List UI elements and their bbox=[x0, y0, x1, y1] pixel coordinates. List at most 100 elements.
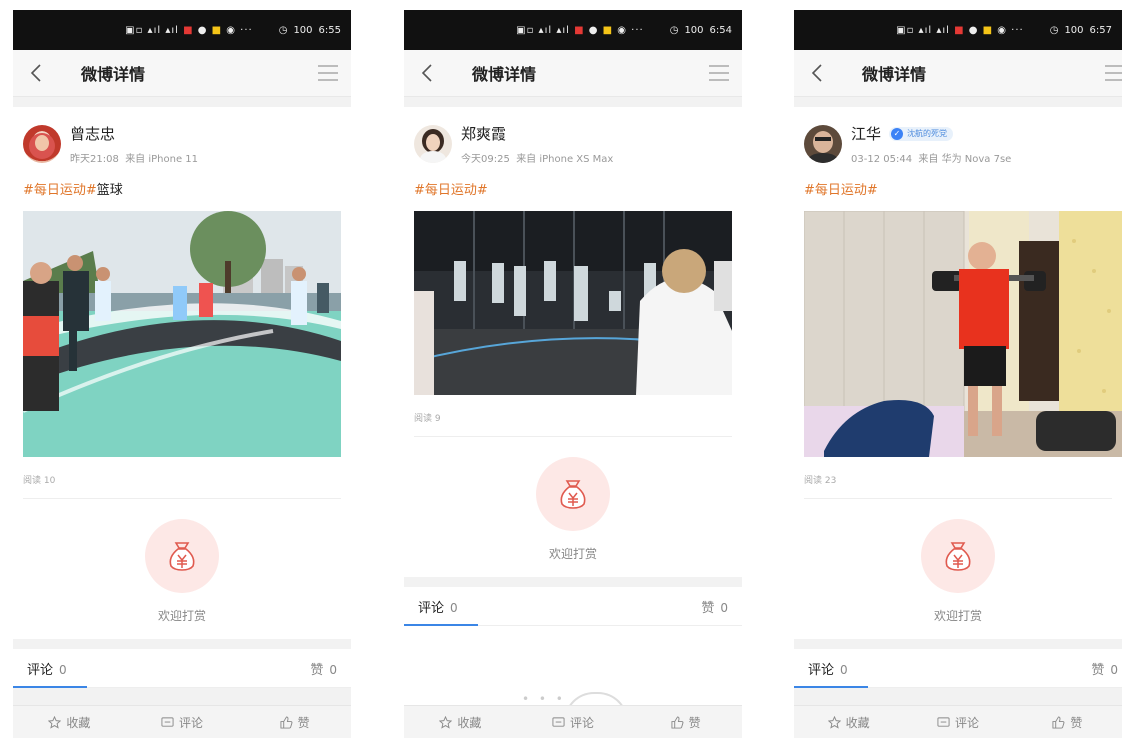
likes-count: 0 bbox=[720, 601, 728, 615]
phone-screen-3: ▣▫ ▴ıl ▴ıl ■ ● ■ ◉ ··· ◷ 100 6:57 微博详情 江… bbox=[794, 10, 1122, 738]
post-card: 郑爽霞 今天09:25 来自 iPhone XS Max #每日运动# 阅读 9… bbox=[404, 107, 742, 577]
favorite-label: 收藏 bbox=[845, 715, 870, 730]
post-source: 来自 iPhone 11 bbox=[125, 154, 199, 165]
likes-count: 0 bbox=[329, 663, 337, 677]
menu-button[interactable] bbox=[708, 50, 730, 96]
favorite-button[interactable]: 收藏 bbox=[794, 714, 903, 731]
post-author: 曾志忠 昨天21:08 来自 iPhone 11 bbox=[23, 107, 341, 169]
comment-button[interactable]: 评论 bbox=[903, 714, 1012, 731]
post-text: #每日运动#篮球 bbox=[23, 179, 341, 198]
battery-level: 100 bbox=[684, 24, 704, 36]
author-name[interactable]: 曾志忠 bbox=[70, 123, 198, 144]
comment-icon bbox=[937, 716, 950, 727]
back-button[interactable] bbox=[806, 50, 828, 96]
badge-label: 沈航的死党 bbox=[907, 129, 948, 138]
author-name-text: 郑爽霞 bbox=[461, 125, 507, 143]
basketball-court-image bbox=[23, 211, 341, 457]
post-text: #每日运动# bbox=[804, 179, 1112, 198]
comments-count: 0 bbox=[59, 663, 67, 677]
verified-icon: ✓ bbox=[891, 127, 904, 140]
back-button[interactable] bbox=[416, 50, 438, 96]
author-name[interactable]: 江华 ✓ 沈航的死党 bbox=[851, 123, 1011, 144]
chevron-left-icon bbox=[30, 64, 41, 82]
avatar[interactable] bbox=[804, 125, 842, 163]
status-bar: ▣▫ ▴ıl ▴ıl ■ ● ■ ◉ ··· ◷ 100 6:55 bbox=[13, 10, 351, 50]
post-photo-dance-studio[interactable] bbox=[414, 211, 732, 395]
tab-comments[interactable]: 评论 0 bbox=[27, 659, 67, 678]
topic-tag[interactable]: #每日运动# bbox=[804, 183, 878, 198]
dance-studio-image bbox=[414, 211, 732, 395]
tab-likes[interactable]: 赞0 bbox=[1091, 659, 1118, 678]
hamburger-menu-icon bbox=[709, 65, 729, 81]
comment-button[interactable]: 评论 bbox=[126, 714, 239, 731]
favorite-button[interactable]: 收藏 bbox=[13, 714, 126, 731]
status-icons: ▣▫ ▴ıl ▴ıl ■ ● ■ ◉ ··· bbox=[896, 24, 1024, 36]
avatar[interactable] bbox=[414, 125, 452, 163]
post-source: 来自 iPhone XS Max bbox=[516, 154, 614, 165]
post-body: 篮球 bbox=[96, 183, 123, 198]
active-tab-indicator bbox=[794, 686, 868, 688]
like-button[interactable]: 赞 bbox=[238, 714, 351, 731]
post-time: 03-12 05:44 bbox=[851, 154, 913, 165]
topic-tag[interactable]: #每日运动# bbox=[414, 183, 488, 198]
relationship-badge: ✓ 沈航的死党 bbox=[889, 126, 954, 141]
avatar[interactable] bbox=[23, 125, 61, 163]
status-icons: ▣▫ ▴ıl ▴ıl ■ ● ■ ◉ ··· bbox=[125, 24, 253, 36]
alarm-icon: ◷ bbox=[278, 24, 288, 36]
likes-count: 0 bbox=[1110, 663, 1118, 677]
comment-button[interactable]: 评论 bbox=[517, 714, 630, 731]
back-button[interactable] bbox=[25, 50, 47, 96]
page-title: 微博详情 bbox=[81, 65, 146, 84]
tab-likes-label: 赞 bbox=[701, 601, 715, 616]
post-meta: 昨天21:08 来自 iPhone 11 bbox=[70, 150, 198, 165]
post-meta: 今天09:25 来自 iPhone XS Max bbox=[461, 150, 613, 165]
tab-comments[interactable]: 评论 0 bbox=[418, 597, 458, 616]
post-photo-home-workout[interactable] bbox=[804, 211, 1122, 457]
reward-section: 欢迎打赏 bbox=[23, 499, 341, 639]
alarm-icon: ◷ bbox=[1049, 24, 1059, 36]
tab-comments-label: 评论 bbox=[808, 663, 835, 678]
favorite-button[interactable]: 收藏 bbox=[404, 714, 517, 731]
post-time: 昨天21:08 bbox=[70, 154, 119, 165]
comment-icon bbox=[552, 716, 565, 727]
reward-button[interactable] bbox=[921, 519, 995, 593]
favorite-label: 收藏 bbox=[457, 715, 482, 730]
like-button[interactable]: 赞 bbox=[629, 714, 742, 731]
reward-label: 欢迎打赏 bbox=[157, 609, 206, 623]
comments-count: 0 bbox=[840, 663, 848, 677]
tab-comments-label: 评论 bbox=[27, 663, 54, 678]
comments-tabs: 评论 0 赞0 bbox=[13, 649, 351, 688]
reward-section: 欢迎打赏 bbox=[414, 437, 732, 577]
page-title: 微博详情 bbox=[862, 65, 927, 84]
tab-comments[interactable]: 评论 0 bbox=[808, 659, 848, 678]
post-author: 郑爽霞 今天09:25 来自 iPhone XS Max bbox=[414, 107, 732, 169]
comments-tabs: 评论 0 赞0 bbox=[794, 649, 1122, 688]
post-photo-basketball[interactable] bbox=[23, 211, 341, 457]
reward-button[interactable] bbox=[536, 457, 610, 531]
star-icon bbox=[439, 715, 453, 729]
bottom-action-bar: 收藏 评论 赞 bbox=[13, 705, 351, 738]
hamburger-menu-icon bbox=[1105, 65, 1122, 81]
tab-likes[interactable]: 赞0 bbox=[310, 659, 337, 678]
money-bag-icon bbox=[945, 542, 971, 571]
tab-likes[interactable]: 赞0 bbox=[701, 597, 728, 616]
like-button[interactable]: 赞 bbox=[1013, 714, 1122, 731]
comment-label: 评论 bbox=[570, 715, 595, 730]
loading-dots: • • • bbox=[522, 692, 566, 706]
bottom-action-bar: 收藏 评论 赞 bbox=[794, 705, 1122, 738]
status-time: 6:54 bbox=[709, 24, 732, 36]
status-icons: ▣▫ ▴ıl ▴ıl ■ ● ■ ◉ ··· bbox=[516, 24, 644, 36]
post-card: 曾志忠 昨天21:08 来自 iPhone 11 #每日运动#篮球 阅读 10 … bbox=[13, 107, 351, 639]
menu-button[interactable] bbox=[317, 50, 339, 96]
reward-label: 欢迎打赏 bbox=[548, 547, 597, 561]
read-count: 阅读 10 bbox=[23, 457, 341, 499]
thumbs-up-icon bbox=[280, 715, 293, 729]
menu-button[interactable] bbox=[1104, 50, 1122, 96]
comment-label: 评论 bbox=[954, 715, 979, 730]
bottom-action-bar: 收藏 评论 赞 bbox=[404, 705, 742, 738]
status-time: 6:55 bbox=[318, 24, 341, 36]
topic-tag[interactable]: #每日运动# bbox=[23, 183, 97, 198]
read-count: 阅读 23 bbox=[804, 457, 1112, 499]
reward-button[interactable] bbox=[145, 519, 219, 593]
author-name[interactable]: 郑爽霞 bbox=[461, 123, 613, 144]
